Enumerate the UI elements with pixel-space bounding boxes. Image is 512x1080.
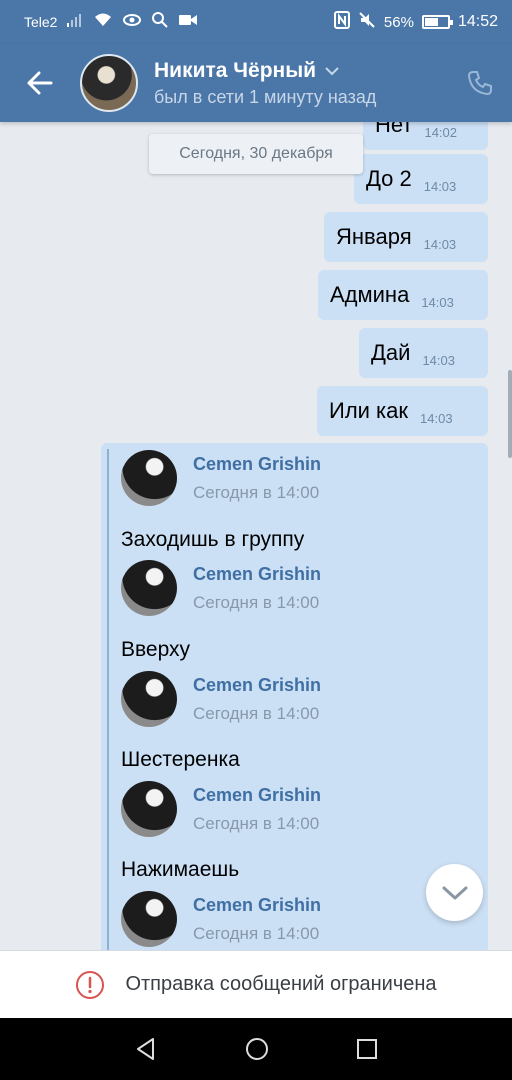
- mute-icon: [358, 11, 376, 33]
- forwarded-author[interactable]: Cemen Grishin Сегодня в 14:00: [121, 448, 321, 508]
- author-date: Сегодня в 14:00: [193, 703, 320, 723]
- message-bubble[interactable]: До 2 14:03: [354, 154, 488, 204]
- wifi-icon: [93, 12, 113, 32]
- author-name: Cemen Grishin: [193, 894, 322, 915]
- forwarded-text: Нажимаешь: [121, 858, 240, 881]
- message-bubble[interactable]: Админа 14:03: [318, 270, 488, 320]
- eye-icon: [122, 12, 142, 32]
- battery-percent: 56%: [383, 13, 414, 31]
- nav-back-icon[interactable]: [133, 1036, 159, 1062]
- author-date: Сегодня в 14:00: [193, 592, 320, 612]
- author-name: Cemen Grishin: [193, 784, 322, 805]
- signal-icon: [66, 12, 84, 32]
- messaging-restricted-bar: Отправка сообщений ограничена: [0, 950, 512, 1018]
- forwarded-messages-bubble[interactable]: Cemen Grishin Сегодня в 14:00 Заходишь в…: [101, 443, 488, 950]
- message-time: 14:03: [422, 352, 455, 368]
- status-bar: Tele2 56% 14:52: [0, 0, 512, 44]
- message-text: Админа: [330, 282, 410, 307]
- forwarded-author[interactable]: Cemen Grishin Сегодня в 14:00: [121, 558, 321, 618]
- message-text: Или как: [329, 398, 409, 423]
- author-avatar: [121, 891, 177, 947]
- message-text: До 2: [366, 166, 412, 191]
- nfc-icon: [333, 11, 350, 33]
- author-name: Cemen Grishin: [193, 453, 322, 474]
- message-time: 14:03: [423, 178, 457, 194]
- message-bubble[interactable]: Нет 14:02: [363, 122, 488, 150]
- nav-recents-icon[interactable]: [355, 1037, 379, 1061]
- battery-level-fill: [424, 18, 439, 26]
- date-separator: Сегодня, 30 декабря: [149, 134, 363, 174]
- message-time: 14:03: [423, 236, 457, 252]
- forward-indicator-bar: [107, 449, 109, 950]
- forwarded-text: Шестеренка: [121, 748, 240, 771]
- restriction-notice: Отправка сообщений ограничена: [125, 973, 437, 995]
- author-name: Cemen Grishin: [193, 563, 322, 584]
- clock: 14:52: [457, 13, 498, 30]
- author-date: Сегодня в 14:00: [193, 482, 320, 502]
- call-button[interactable]: [448, 44, 512, 122]
- author-avatar: [121, 560, 177, 616]
- message-text: Января: [336, 224, 412, 249]
- message-bubble[interactable]: Января 14:03: [324, 212, 488, 262]
- carrier-label: Tele2: [24, 14, 58, 30]
- nav-home-icon[interactable]: [244, 1036, 270, 1062]
- scrollbar[interactable]: [508, 370, 512, 458]
- forwarded-text: Заходишь в группу: [121, 528, 305, 551]
- video-icon: [178, 13, 198, 31]
- battery-icon: [421, 15, 453, 29]
- message-bubble[interactable]: Дай 14:03: [359, 328, 488, 378]
- message-time: 14:03: [420, 410, 453, 426]
- author-avatar: [121, 671, 177, 727]
- message-text: Дай: [371, 340, 411, 365]
- contact-avatar[interactable]: [80, 54, 138, 112]
- arrow-left-icon: [27, 71, 53, 95]
- chevron-down-icon: [325, 66, 339, 75]
- chat-header: Никита Чёрный был в сети 1 минуту назад: [0, 44, 512, 122]
- chat-title: Никита Чёрный: [154, 58, 317, 82]
- chat-title-block[interactable]: Никита Чёрный был в сети 1 минуту назад: [154, 59, 448, 108]
- message-time: 14:02: [424, 124, 458, 140]
- author-name: Cemen Grishin: [193, 674, 322, 695]
- forwarded-text: Вверху: [121, 638, 191, 661]
- alert-icon: [76, 970, 105, 999]
- message-bubble[interactable]: Или как 14:03: [317, 386, 488, 436]
- message-text: Нет: [375, 122, 413, 137]
- search-icon: [151, 11, 169, 33]
- forwarded-author[interactable]: Cemen Grishin Сегодня в 14:00: [121, 889, 321, 949]
- online-status: был в сети 1 минуту назад: [154, 86, 377, 107]
- author-date: Сегодня в 14:00: [193, 923, 320, 943]
- message-list[interactable]: Сегодня, 30 декабря Нет 14:02 До 2 14:03…: [0, 122, 512, 950]
- author-avatar: [121, 781, 177, 837]
- forwarded-author[interactable]: Cemen Grishin Сегодня в 14:00: [121, 669, 321, 729]
- author-date: Сегодня в 14:00: [193, 813, 320, 833]
- author-avatar: [121, 450, 177, 506]
- system-navigation-bar: [0, 1018, 512, 1080]
- scroll-to-bottom-button[interactable]: [426, 864, 483, 921]
- phone-icon: [467, 71, 492, 96]
- chevron-down-icon: [442, 886, 467, 899]
- message-time: 14:03: [421, 294, 454, 310]
- back-button[interactable]: [0, 44, 80, 122]
- forwarded-author[interactable]: Cemen Grishin Сегодня в 14:00: [121, 779, 321, 839]
